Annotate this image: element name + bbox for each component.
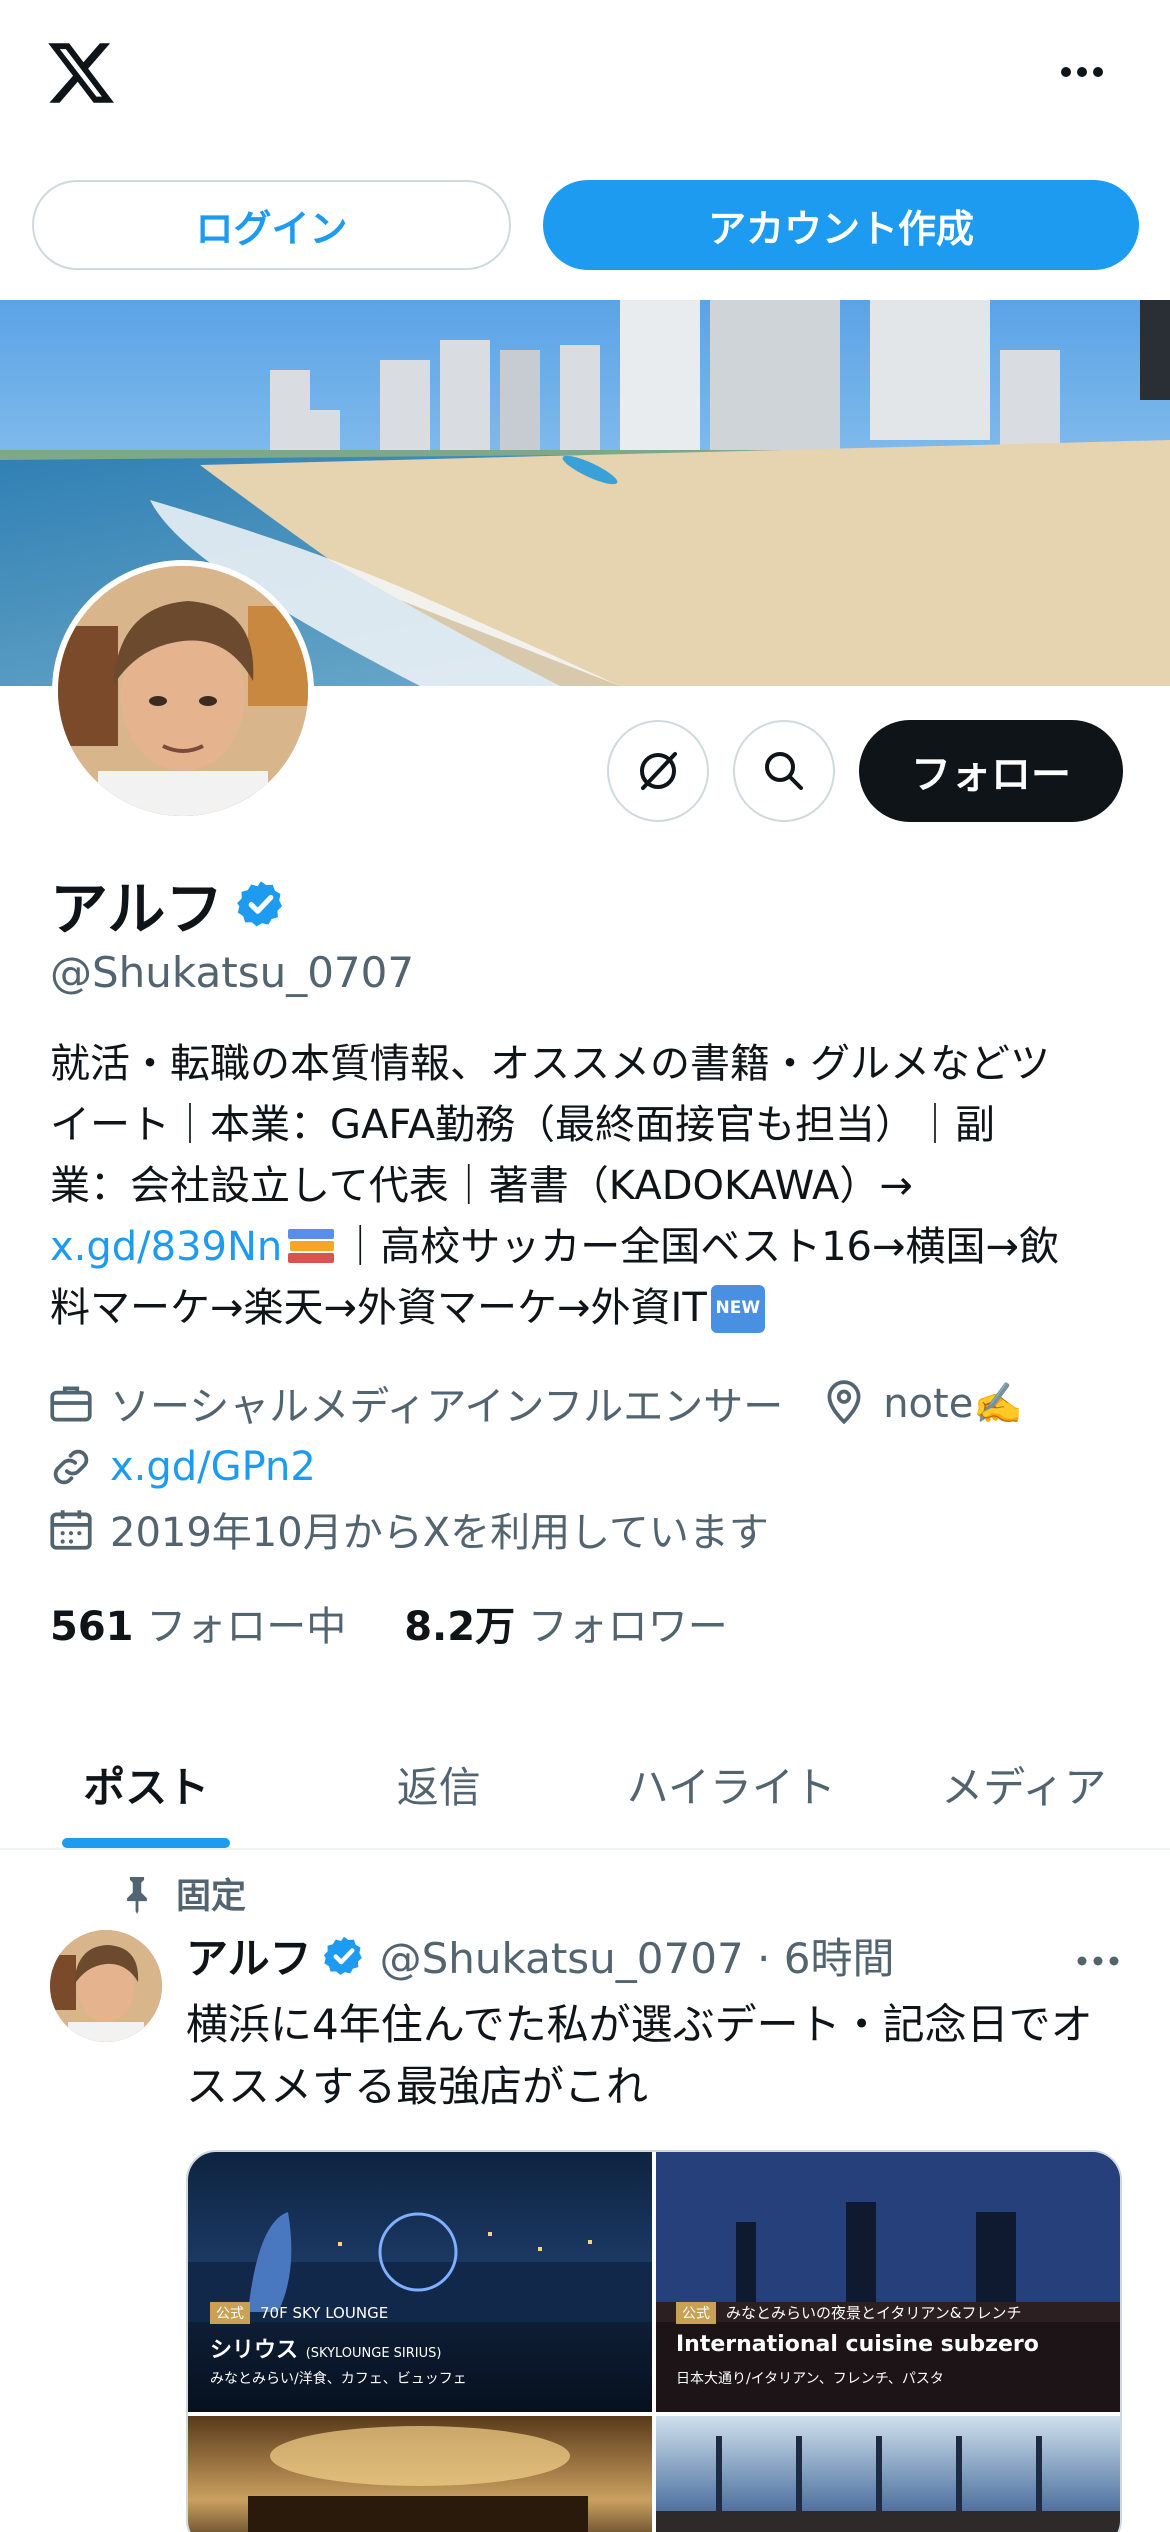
- follow-counts: 561 フォロー中 8.2万 フォロワー: [50, 1594, 728, 1652]
- post-more-icon[interactable]: [1072, 1946, 1124, 1976]
- official-badge: 公式: [210, 2302, 250, 2324]
- media-item[interactable]: 公式 70F SKY LOUNGE シリウス (SKYLOUNGE SIRIUS)…: [188, 2152, 652, 2412]
- briefcase-icon: [50, 1386, 92, 1422]
- x-logo-icon[interactable]: [46, 40, 116, 106]
- bio-line: 業：会社設立して代表｜著書（KADOKAWA）→: [50, 1163, 913, 1209]
- followers-count: 8.2万: [404, 1604, 516, 1650]
- calendar-icon: [50, 1510, 92, 1550]
- media-tag: 公式 70F SKY LOUNGE: [210, 2302, 388, 2324]
- tab-highlights[interactable]: ハイライト: [585, 1720, 878, 1848]
- restaurant-interior-image: [248, 2426, 588, 2532]
- tab-replies[interactable]: 返信: [293, 1720, 586, 1848]
- following-count-link[interactable]: 561 フォロー中: [50, 1594, 346, 1652]
- media-subtitle: 日本大通り/イタリアン、フレンチ、パスタ: [676, 2371, 944, 2387]
- following-label: フォロー中: [146, 1604, 347, 1650]
- post-author-name[interactable]: アルフ: [186, 1925, 312, 1986]
- media-subtitle: みなとみらい/洋食、カフェ、ビュッフェ: [210, 2371, 467, 2387]
- search-icon: [765, 752, 803, 790]
- tab-label: メディア: [941, 1762, 1107, 1812]
- search-button[interactable]: [733, 720, 835, 822]
- media-item[interactable]: 公式 みなとみらいの夜景とイタリアン&フレンチ International cui…: [656, 2152, 1120, 2412]
- verified-badge-icon: [237, 881, 283, 927]
- post-text: 横浜に4年住んでた私が選ぶデート・記念日でオ ススメする最強店がこれ: [186, 1994, 1126, 2118]
- post-author-avatar[interactable]: [50, 1930, 162, 2042]
- profile-tabs: ポスト 返信 ハイライト メディア: [0, 1720, 1170, 1850]
- profile-joined-date: 2019年10月からXを利用しています: [110, 1510, 769, 1556]
- media-title-text: シリウス: [210, 2338, 299, 2363]
- post-text-line: ススメする最強店がこれ: [186, 2062, 649, 2111]
- media-title: International cuisine subzero: [676, 2332, 1039, 2357]
- profile-avatar[interactable]: [52, 560, 314, 822]
- location-pin-icon: [827, 1380, 861, 1425]
- create-account-button[interactable]: アカウント作成: [543, 180, 1139, 270]
- login-button[interactable]: ログイン: [32, 180, 511, 270]
- dining-hall-image: [656, 2436, 1120, 2532]
- followers-count-link[interactable]: 8.2万 フォロワー: [404, 1594, 728, 1652]
- followers-label: フォロワー: [527, 1604, 728, 1650]
- tab-label: ハイライト: [626, 1762, 836, 1812]
- grok-button[interactable]: [607, 720, 709, 822]
- profile-website-link[interactable]: x.gd/GPn2: [110, 1444, 316, 1490]
- media-tag: 公式 みなとみらいの夜景とイタリアン&フレンチ: [676, 2302, 1022, 2324]
- media-title: シリウス (SKYLOUNGE SIRIUS): [210, 2332, 441, 2364]
- profile-location: note✍️: [883, 1380, 1024, 1427]
- bio-line: 就活・転職の本質情報、オススメの書籍・グルメなどツ: [50, 1041, 1050, 1087]
- tab-label: ポスト: [83, 1762, 210, 1812]
- official-badge: 公式: [676, 2302, 716, 2324]
- profile-handle: @Shukatsu_0707: [50, 948, 415, 997]
- post-header: アルフ @Shukatsu_0707 · 6時間: [186, 1925, 894, 1986]
- grok-icon: [640, 752, 677, 790]
- pinned-label: 固定: [176, 1877, 247, 1917]
- media-item[interactable]: [656, 2416, 1120, 2532]
- post-media-grid[interactable]: 公式 70F SKY LOUNGE シリウス (SKYLOUNGE SIRIUS)…: [186, 2150, 1122, 2532]
- profile-category: ソーシャルメディアインフルエンサー: [110, 1384, 784, 1430]
- pin-icon: [127, 1876, 147, 1914]
- books-emoji-icon: [288, 1228, 335, 1263]
- media-title-sub: (SKYLOUNGE SIRIUS): [305, 2346, 442, 2361]
- media-tag-text: みなとみらいの夜景とイタリアン&フレンチ: [726, 2304, 1022, 2322]
- bio-line: イート｜本業：GAFA勤務（最終面接官も担当）｜副: [50, 1102, 996, 1148]
- following-count: 561: [50, 1604, 134, 1650]
- post-handle-time: @Shukatsu_0707 · 6時間: [379, 1934, 895, 1983]
- bio-line-text: 料マーケ→楽天→外資マーケ→外資IT: [50, 1285, 707, 1331]
- profile-name-text: アルフ: [50, 875, 224, 943]
- profile-meta-row: x.gd/GPn2: [46, 1437, 316, 1497]
- profile-name: アルフ: [50, 862, 287, 946]
- profile-bio: 就活・転職の本質情報、オススメの書籍・グルメなどツ イート｜本業：GAFA勤務（…: [50, 1034, 1130, 1339]
- bio-line: 料マーケ→楽天→外資マーケ→外資IT NEW: [50, 1278, 1130, 1339]
- tab-media[interactable]: メディア: [878, 1720, 1170, 1848]
- verified-badge-icon: [323, 1936, 362, 1975]
- bio-line-rest: ｜高校サッカー全国ベスト16→横国→飲: [340, 1224, 1059, 1270]
- profile-meta-row: ソーシャルメディアインフルエンサー note✍️: [46, 1373, 1023, 1433]
- follow-button[interactable]: フォロー: [859, 720, 1123, 822]
- media-tag-text: 70F SKY LOUNGE: [260, 2304, 389, 2322]
- post-text-line: 横浜に4年住んでた私が選ぶデート・記念日でオ: [186, 2000, 1093, 2049]
- media-item[interactable]: [188, 2416, 652, 2532]
- more-horizontal-icon[interactable]: [1056, 52, 1108, 92]
- tab-label: 返信: [396, 1762, 481, 1812]
- tab-posts[interactable]: ポスト: [0, 1720, 293, 1848]
- active-tab-indicator: [62, 1838, 231, 1848]
- link-icon: [53, 1449, 89, 1485]
- pinned-indicator: 固定: [120, 1868, 246, 1919]
- profile-meta-row: 2019年10月からXを利用しています: [46, 1499, 769, 1559]
- bio-link[interactable]: x.gd/839Nn: [50, 1217, 282, 1278]
- new-emoji-icon: NEW: [710, 1284, 765, 1333]
- bio-line: x.gd/839Nn ｜高校サッカー全国ベスト16→横国→飲: [50, 1217, 1130, 1278]
